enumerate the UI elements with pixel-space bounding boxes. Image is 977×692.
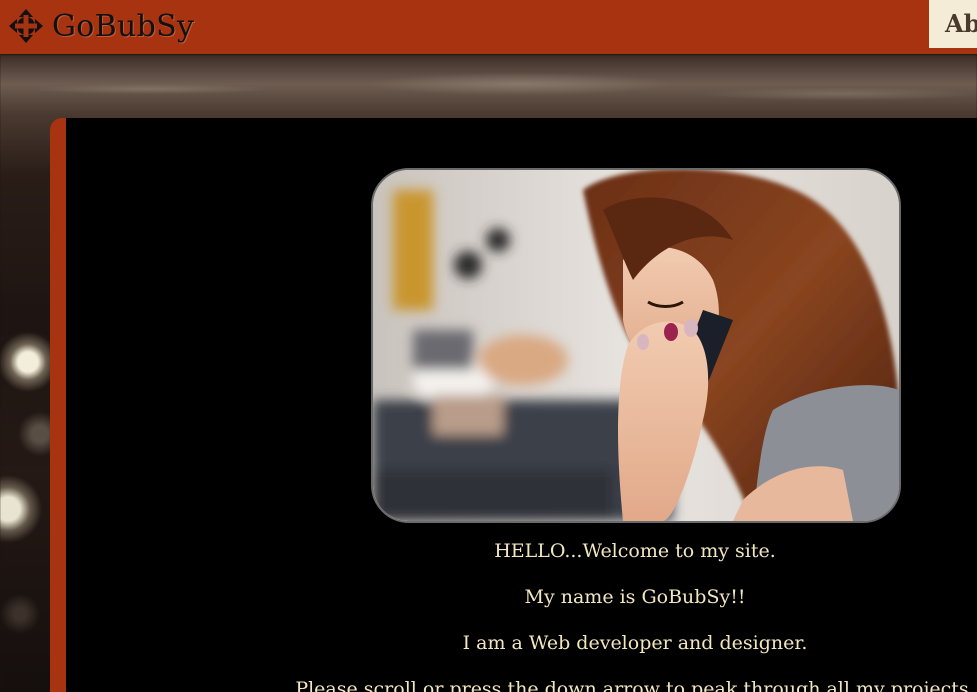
move-arrows-icon	[8, 8, 44, 44]
background-highlight	[0, 54, 977, 124]
intro-line-role: I am a Web developer and designer.	[462, 632, 808, 654]
top-navigation-bar: GoBubSy Ab	[0, 0, 977, 54]
brand-home-link[interactable]: GoBubSy	[8, 4, 194, 48]
intro-line-scroll-hint: Please scroll or press the down arrow to…	[295, 678, 975, 692]
intro-line-welcome: HELLO...Welcome to my site.	[494, 540, 776, 562]
nav-about-button[interactable]: Ab	[929, 0, 977, 48]
intro-text: HELLO...Welcome to my site. My name is G…	[270, 535, 977, 692]
brand-name: GoBubSy	[52, 8, 195, 44]
intro-line-name: My name is GoBubSy!!	[524, 586, 746, 608]
woman-on-phone-photo	[371, 168, 901, 523]
